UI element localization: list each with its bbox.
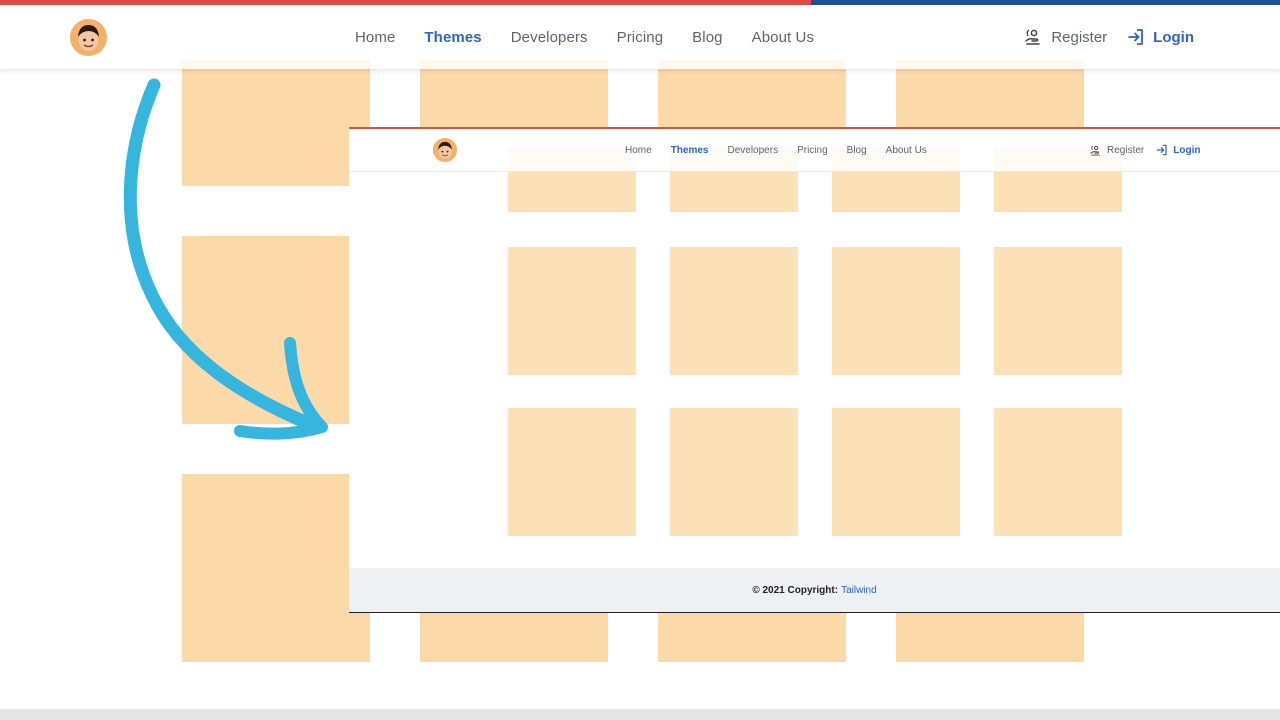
nav-home-link[interactable]: Home xyxy=(355,29,395,46)
hand-register-icon xyxy=(1025,29,1041,45)
bottom-scroll-strip xyxy=(0,709,1280,720)
inset-nav-developers-link[interactable]: Developers xyxy=(727,145,778,156)
grid-card xyxy=(994,247,1122,375)
inset-main-menu: Home Themes Developers Pricing Blog Abou… xyxy=(625,129,927,171)
bg-card xyxy=(420,60,608,128)
inset-navbar: Home Themes Developers Pricing Blog Abou… xyxy=(349,129,1280,172)
top-progress-bar xyxy=(0,0,1280,5)
inset-login-link[interactable]: Login xyxy=(1156,144,1200,156)
login-link[interactable]: Login xyxy=(1127,28,1194,46)
login-arrow-icon xyxy=(1128,29,1144,45)
grid-card xyxy=(508,247,636,375)
bg-card xyxy=(658,60,846,128)
inset-nav-themes-link[interactable]: Themes xyxy=(671,145,709,156)
navbar: Home Themes Developers Pricing Blog Abou… xyxy=(0,5,1280,69)
footer: © 2021 Copyright: Tailwind xyxy=(349,568,1280,612)
progress-fill xyxy=(0,0,811,5)
bg-card xyxy=(896,60,1084,128)
inset-nav-pricing-link[interactable]: Pricing xyxy=(797,145,828,156)
inset-nav-home-link[interactable]: Home xyxy=(625,145,652,156)
grid-card xyxy=(670,247,798,375)
nav-pricing-link[interactable]: Pricing xyxy=(617,29,664,46)
inset-nav-about-link[interactable]: About Us xyxy=(886,145,927,156)
inset-login-label: Login xyxy=(1173,144,1201,156)
footer-brand-link[interactable]: Tailwind xyxy=(841,585,877,596)
inset-screenshot: Home Themes Developers Pricing Blog Abou… xyxy=(349,127,1280,613)
bg-card xyxy=(182,474,370,662)
inset-register-label: Register xyxy=(1107,144,1145,156)
curved-arrow-icon xyxy=(123,78,328,440)
footer-copyright: © 2021 Copyright: xyxy=(752,584,839,596)
grid-card xyxy=(994,408,1122,536)
nav-themes-link[interactable]: Themes xyxy=(424,29,481,46)
hand-register-icon xyxy=(1090,145,1100,156)
nav-developers-link[interactable]: Developers xyxy=(511,29,588,46)
grid-card xyxy=(832,247,960,375)
grid-card xyxy=(508,408,636,536)
register-label: Register xyxy=(1051,28,1108,46)
nav-blog-link[interactable]: Blog xyxy=(692,29,722,46)
login-label: Login xyxy=(1153,28,1194,46)
logo-avatar-icon[interactable] xyxy=(70,19,107,56)
nav-about-link[interactable]: About Us xyxy=(752,29,815,46)
auth-links: Register Login xyxy=(1023,5,1194,69)
inset-register-link[interactable]: Register xyxy=(1089,144,1144,157)
grid-card xyxy=(670,408,798,536)
inset-auth-links: Register Login xyxy=(1089,129,1200,171)
register-link[interactable]: Register xyxy=(1023,27,1107,47)
login-arrow-icon xyxy=(1156,144,1167,156)
main-menu: Home Themes Developers Pricing Blog Abou… xyxy=(355,5,814,69)
grid-card xyxy=(832,408,960,536)
inset-logo-avatar-icon[interactable] xyxy=(433,138,457,162)
inset-nav-blog-link[interactable]: Blog xyxy=(847,145,867,156)
